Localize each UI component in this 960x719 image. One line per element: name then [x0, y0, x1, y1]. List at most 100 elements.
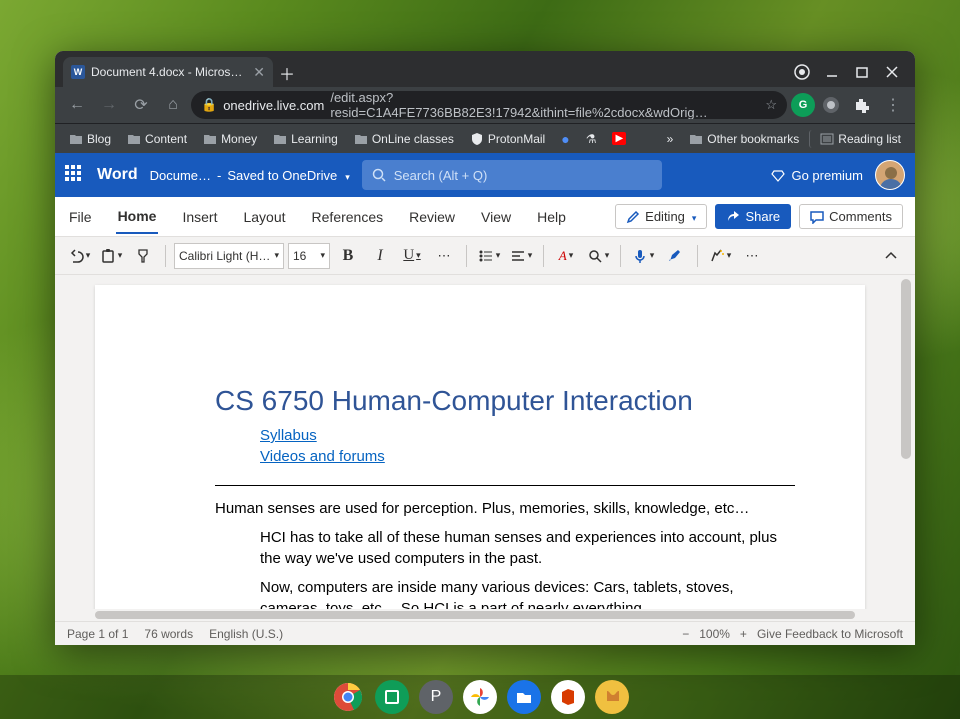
- more-ribbon-button[interactable]: ⋯: [738, 243, 766, 269]
- folder-icon: [127, 132, 141, 146]
- format-painter-button[interactable]: [129, 243, 157, 269]
- font-size-select[interactable]: 16▾: [288, 243, 330, 269]
- url-host: onedrive.live.com: [223, 98, 324, 113]
- url-field[interactable]: 🔒 onedrive.live.com/edit.aspx?resid=C1A4…: [191, 91, 787, 119]
- bookmark-star-icon[interactable]: ☆: [765, 97, 777, 113]
- editor-button[interactable]: [661, 243, 689, 269]
- close-tab-icon[interactable]: ✕: [253, 64, 265, 81]
- more-font-button[interactable]: ⋯: [430, 243, 458, 269]
- word-favicon-icon: W: [71, 65, 85, 79]
- tab-insert[interactable]: Insert: [180, 201, 219, 233]
- back-button[interactable]: ←: [63, 91, 91, 119]
- bookmark-online-classes[interactable]: OnLine classes: [348, 130, 460, 148]
- tab-help[interactable]: Help: [535, 201, 568, 233]
- paste-button[interactable]: [97, 243, 125, 269]
- styles-button[interactable]: A: [552, 243, 580, 269]
- photos-app-icon[interactable]: [463, 680, 497, 714]
- reading-list[interactable]: Reading list: [809, 130, 907, 148]
- pencil-icon: [626, 210, 640, 224]
- app-icon[interactable]: [595, 680, 629, 714]
- close-window-button[interactable]: [877, 57, 907, 87]
- zoom-out-button[interactable]: −: [682, 627, 689, 641]
- tab-references[interactable]: References: [310, 201, 386, 233]
- status-page[interactable]: Page 1 of 1: [67, 627, 128, 641]
- bullets-button[interactable]: [475, 243, 503, 269]
- zoom-level[interactable]: 100%: [699, 627, 730, 641]
- tab-layout[interactable]: Layout: [241, 201, 287, 233]
- bookmarks-bar: Blog Content Money Learning OnLine class…: [55, 123, 915, 153]
- bookmark-content[interactable]: Content: [121, 130, 193, 148]
- comment-icon: [810, 210, 824, 224]
- bookmarks-overflow[interactable]: »: [661, 130, 680, 148]
- align-button[interactable]: [507, 243, 535, 269]
- doc-paragraph: Human senses are used for perception. Pl…: [215, 498, 795, 519]
- status-words[interactable]: 76 words: [144, 627, 193, 641]
- editing-mode-button[interactable]: Editing: [615, 204, 707, 229]
- url-path: /edit.aspx?resid=C1A4FE7736BB82E3!17942&…: [330, 91, 753, 119]
- bookmark-learning[interactable]: Learning: [267, 130, 344, 148]
- doc-link-videos[interactable]: Videos and forums: [260, 446, 795, 467]
- user-avatar[interactable]: [875, 160, 905, 190]
- bookmark-item[interactable]: ⚗: [580, 130, 603, 148]
- status-language[interactable]: English (U.S.): [209, 627, 283, 641]
- chrome-app-icon[interactable]: [331, 680, 365, 714]
- undo-button[interactable]: [65, 243, 93, 269]
- profile-badge-icon[interactable]: [787, 57, 817, 87]
- dictate-button[interactable]: [629, 243, 657, 269]
- office-app-icon[interactable]: [551, 680, 585, 714]
- sheets-app-icon[interactable]: [375, 680, 409, 714]
- folder-icon: [689, 132, 703, 146]
- doc-link-syllabus[interactable]: Syllabus: [260, 425, 795, 446]
- bold-button[interactable]: B: [334, 243, 362, 269]
- doc-divider: [215, 485, 795, 486]
- share-button[interactable]: Share: [715, 204, 791, 229]
- reload-button[interactable]: ⟳: [127, 91, 155, 119]
- bookmark-item[interactable]: ▶: [606, 130, 632, 147]
- feedback-link[interactable]: Give Feedback to Microsoft: [757, 627, 903, 641]
- grammarly-ext-icon[interactable]: G: [791, 93, 815, 117]
- document-page[interactable]: CS 6750 Human-Computer Interaction Sylla…: [95, 285, 865, 621]
- tab-view[interactable]: View: [479, 201, 513, 233]
- folder-icon: [354, 132, 368, 146]
- zoom-in-button[interactable]: +: [740, 627, 747, 641]
- document-name[interactable]: Docume…-Saved to OneDrive: [150, 168, 350, 183]
- horizontal-scrollbar[interactable]: [55, 609, 899, 621]
- tab-file[interactable]: File: [67, 201, 94, 233]
- word-header: Word Docume…-Saved to OneDrive Search (A…: [55, 153, 915, 197]
- italic-button[interactable]: I: [366, 243, 394, 269]
- shield-icon: [470, 132, 484, 146]
- comments-button[interactable]: Comments: [799, 204, 903, 229]
- new-tab-button[interactable]: ＋: [273, 59, 301, 87]
- search-icon: [372, 168, 386, 182]
- forward-button: →: [95, 91, 123, 119]
- extensions-icon[interactable]: [847, 91, 875, 119]
- find-button[interactable]: [584, 243, 612, 269]
- app-launcher-icon[interactable]: [65, 165, 85, 185]
- ribbon-collapse-button[interactable]: [877, 243, 905, 269]
- chrome-menu-icon[interactable]: ⋮: [879, 91, 907, 119]
- app-icon-p[interactable]: P: [419, 680, 453, 714]
- browser-tab[interactable]: W Document 4.docx - Microsoft Wo ✕: [63, 57, 273, 87]
- go-premium-button[interactable]: Go premium: [771, 168, 863, 183]
- files-app-icon[interactable]: [507, 680, 541, 714]
- font-name-select[interactable]: Calibri Light (H…▾: [174, 243, 284, 269]
- search-input[interactable]: Search (Alt + Q): [362, 160, 662, 190]
- search-placeholder: Search (Alt + Q): [394, 168, 488, 183]
- bookmark-blog[interactable]: Blog: [63, 130, 117, 148]
- minimize-button[interactable]: [817, 57, 847, 87]
- vertical-scrollbar[interactable]: [899, 275, 913, 621]
- home-button[interactable]: ⌂: [159, 91, 187, 119]
- chrome-profile-icon[interactable]: [819, 93, 843, 117]
- underline-button[interactable]: U: [398, 243, 426, 269]
- doc-heading: CS 6750 Human-Computer Interaction: [215, 385, 795, 417]
- chrome-address-bar: ← → ⟳ ⌂ 🔒 onedrive.live.com/edit.aspx?re…: [55, 87, 915, 123]
- bookmark-protonmail[interactable]: ProtonMail: [464, 130, 551, 148]
- chevron-down-icon: [343, 168, 350, 183]
- designer-button[interactable]: [706, 243, 734, 269]
- other-bookmarks[interactable]: Other bookmarks: [683, 130, 805, 148]
- tab-home[interactable]: Home: [116, 200, 159, 234]
- maximize-button[interactable]: [847, 57, 877, 87]
- tab-review[interactable]: Review: [407, 201, 457, 233]
- bookmark-item[interactable]: ●: [555, 129, 575, 149]
- bookmark-money[interactable]: Money: [197, 130, 263, 148]
